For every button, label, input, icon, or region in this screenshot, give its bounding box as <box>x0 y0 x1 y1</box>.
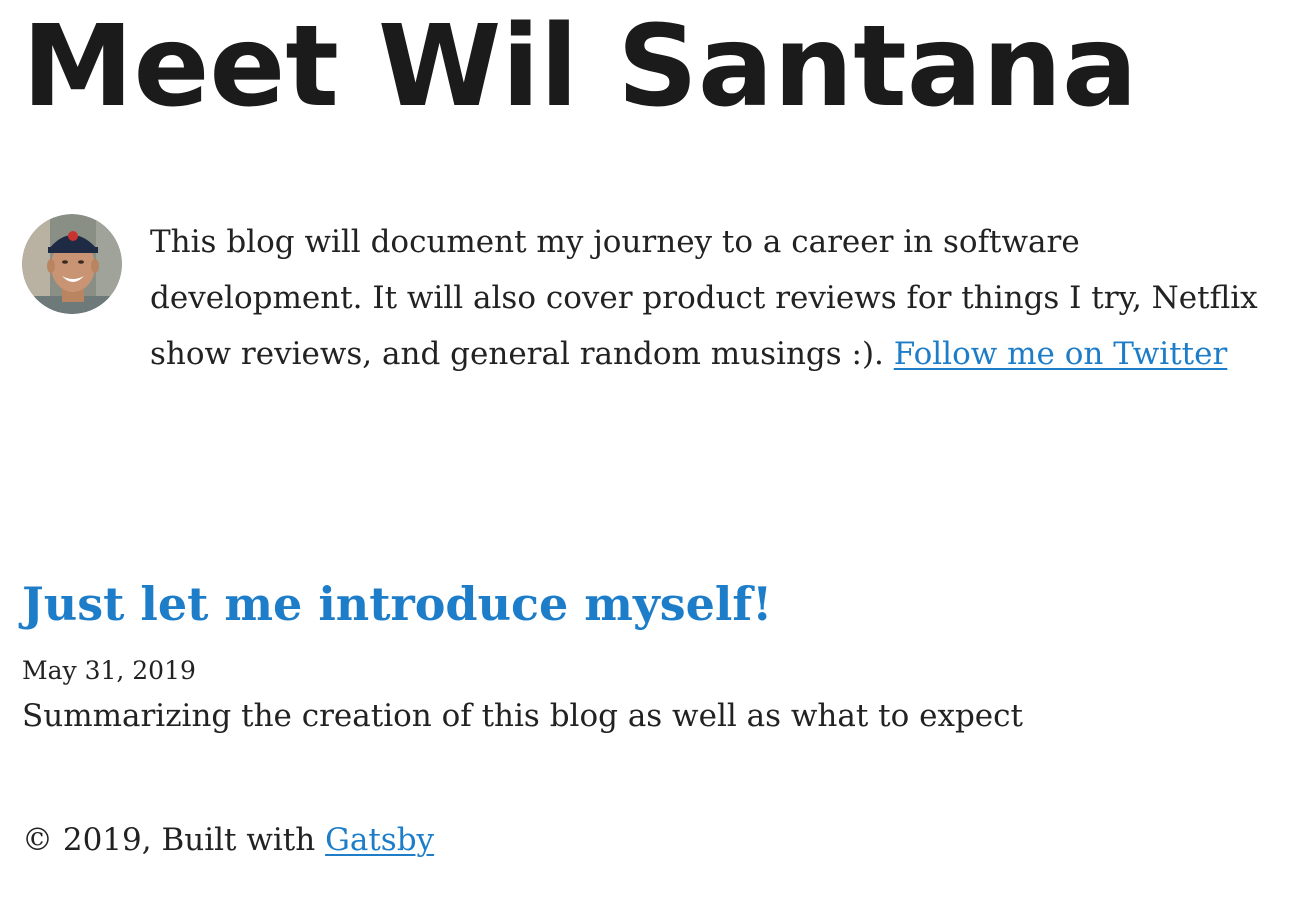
post-title: Just let me introduce myself! <box>22 568 1272 640</box>
footer: © 2019, Built with Gatsby <box>22 816 434 864</box>
post-date: May 31, 2019 <box>22 656 196 685</box>
post-excerpt: Summarizing the creation of this blog as… <box>22 698 1023 734</box>
bio-text: This blog will document my journey to a … <box>150 214 1270 382</box>
footer-text: © 2019, Built with <box>22 822 326 858</box>
post-list-item: Just let me introduce myself! May 31, 20… <box>22 568 1272 740</box>
post-title-link[interactable]: Just let me introduce myself! <box>22 577 772 631</box>
gatsby-link[interactable]: Gatsby <box>325 822 434 858</box>
bio: This blog will document my journey to a … <box>22 214 1272 382</box>
site-title: Meet Wil Santana <box>22 2 1138 132</box>
avatar-photo-icon <box>22 214 122 314</box>
avatar <box>22 214 122 314</box>
twitter-link[interactable]: Follow me on Twitter <box>894 336 1228 372</box>
